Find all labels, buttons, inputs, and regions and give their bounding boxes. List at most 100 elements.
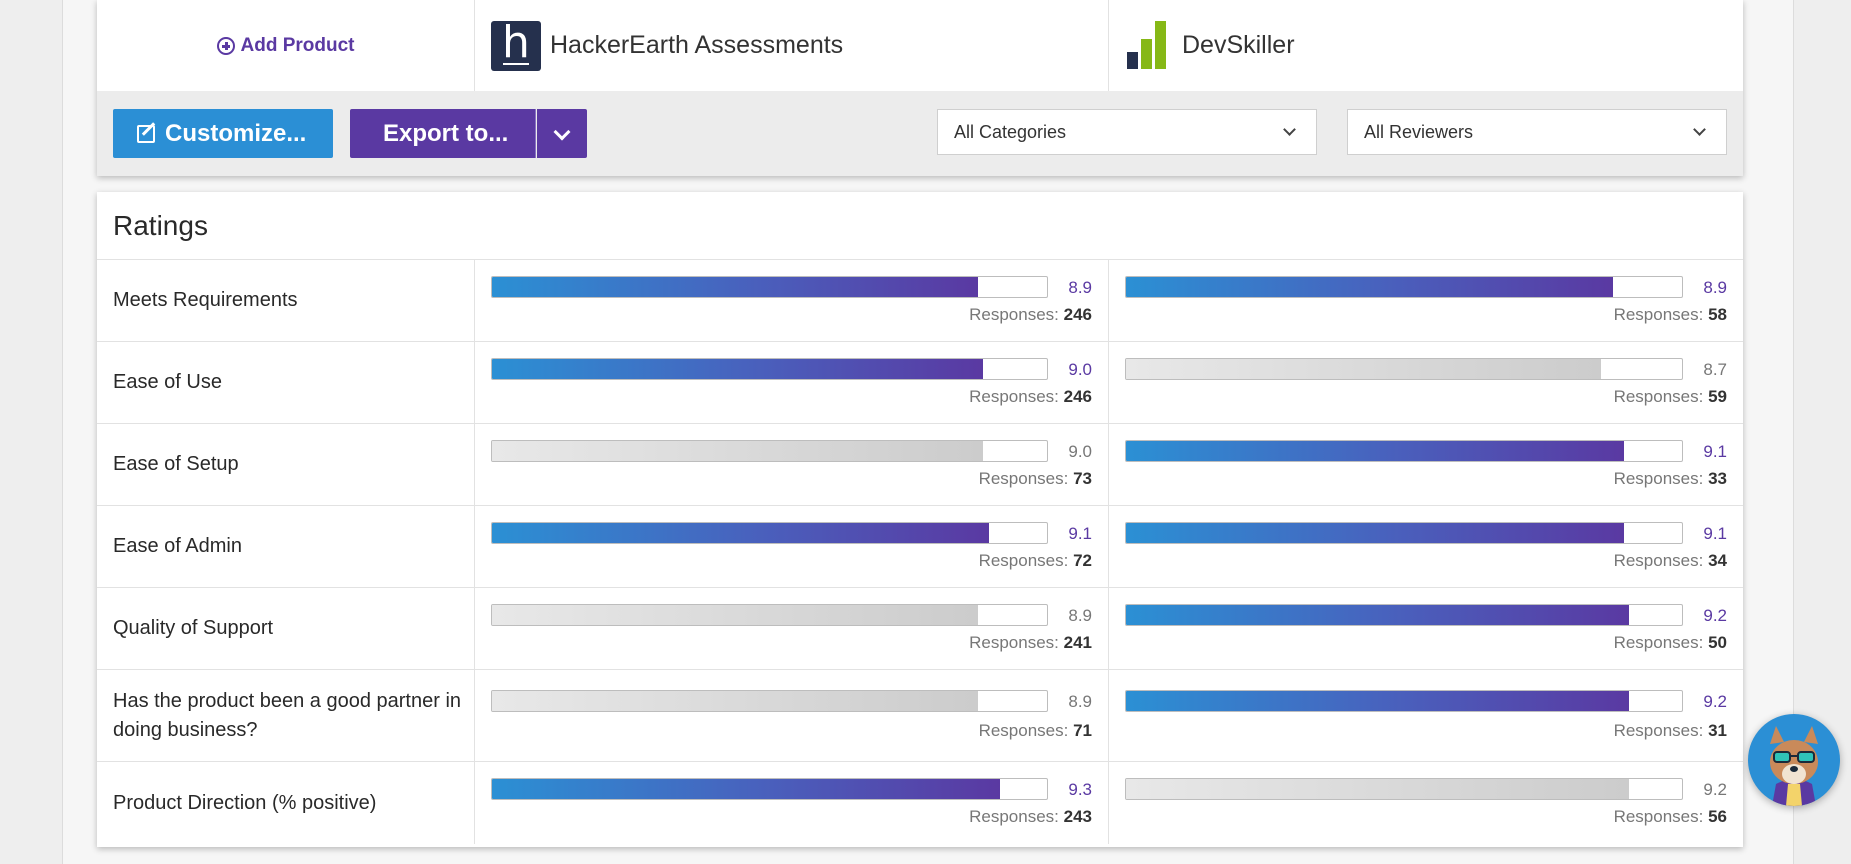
responses-count: Responses: 33 <box>1614 469 1727 489</box>
rating-bar-fill <box>1126 277 1613 297</box>
ratings-table: Meets Requirements 8.9 Responses: 246 8.9 Re… <box>97 259 1743 844</box>
rating-score: 9.3 <box>1068 780 1092 799</box>
rating-row: Has the product been a good partner in d… <box>97 670 1743 762</box>
customize-button[interactable]: Customize... <box>113 109 333 158</box>
responses-number: 243 <box>1063 807 1092 826</box>
rating-cell: 9.2 Responses: 31 <box>1109 670 1743 761</box>
rating-label: Ease of Use <box>97 342 475 423</box>
edit-icon <box>137 124 155 143</box>
responses-count: Responses: 73 <box>979 469 1092 489</box>
export-button[interactable]: Export to... <box>350 109 536 158</box>
rating-bar-fill <box>1126 691 1630 711</box>
rating-cell: 9.1 Responses: 72 <box>475 506 1109 587</box>
product-name[interactable]: DevSkiller <box>1182 31 1295 60</box>
rating-cell: 8.9 Responses: 246 <box>475 260 1109 341</box>
rating-label: Has the product been a good partner in d… <box>97 670 475 761</box>
responses-number: 59 <box>1708 387 1727 406</box>
rating-bar-fill <box>492 605 978 625</box>
rating-cell: 8.9 Responses: 58 <box>1109 260 1743 341</box>
rating-bar-line: 9.2 <box>1125 778 1727 802</box>
responses-count: Responses: 34 <box>1614 551 1727 571</box>
responses-count: Responses: 246 <box>969 387 1092 407</box>
rating-score: 8.9 <box>1068 278 1092 297</box>
responses-number: 58 <box>1708 305 1727 324</box>
customize-label: Customize... <box>165 119 307 147</box>
rating-score: 9.1 <box>1068 524 1092 543</box>
rating-bar-line: 9.0 <box>491 440 1092 464</box>
rating-bar-track <box>491 690 1048 712</box>
rating-bar-fill <box>1126 779 1630 799</box>
responses-label: Responses: <box>1613 807 1704 826</box>
responses-count: Responses: 59 <box>1614 387 1727 407</box>
rating-bar-track <box>1125 604 1683 626</box>
product-column-hackerearth: h HackerEarth Assessments <box>475 0 1109 91</box>
category-select[interactable]: All Categories <box>937 109 1317 155</box>
export-dropdown-button[interactable] <box>537 109 587 158</box>
rating-bar-line: 8.7 <box>1125 358 1727 382</box>
responses-count: Responses: 72 <box>979 551 1092 571</box>
responses-label: Responses: <box>978 469 1069 488</box>
rating-score: 8.9 <box>1068 606 1092 625</box>
rating-bar-fill <box>492 523 989 543</box>
rating-bar-track <box>1125 778 1683 800</box>
rating-bar-line: 9.1 <box>491 522 1092 546</box>
rating-row: Meets Requirements 8.9 Responses: 246 8.9 Re… <box>97 260 1743 342</box>
rating-score: 9.1 <box>1703 524 1727 543</box>
rating-row: Product Direction (% positive) 9.3 Respons… <box>97 762 1743 844</box>
responses-number: 50 <box>1708 633 1727 652</box>
rating-cell: 8.9 Responses: 71 <box>475 670 1109 761</box>
rating-bar-track <box>491 276 1048 298</box>
chevron-down-icon <box>553 123 571 140</box>
responses-count: Responses: 50 <box>1614 633 1727 653</box>
rating-label: Ease of Admin <box>97 506 475 587</box>
product-name[interactable]: HackerEarth Assessments <box>550 31 843 60</box>
responses-number: 71 <box>1073 721 1092 740</box>
responses-label: Responses: <box>1613 721 1704 740</box>
rating-bar-track <box>1125 358 1683 380</box>
chat-widget-button[interactable] <box>1748 714 1840 806</box>
rating-cell: 9.0 Responses: 73 <box>475 424 1109 505</box>
ratings-title: Ratings <box>113 210 208 241</box>
responses-count: Responses: 243 <box>969 807 1092 827</box>
responses-count: Responses: 246 <box>969 305 1092 325</box>
rating-bar-fill <box>1126 441 1624 461</box>
responses-number: 31 <box>1708 721 1727 740</box>
product-column-devskiller: DevSkiller <box>1109 0 1743 91</box>
rating-score: 9.2 <box>1703 780 1727 799</box>
rating-score: 9.1 <box>1703 442 1727 461</box>
rating-bar-line: 8.9 <box>491 276 1092 300</box>
category-select-value: All Categories <box>954 121 1067 142</box>
rating-score: 9.0 <box>1068 442 1092 461</box>
responses-number: 34 <box>1708 551 1727 570</box>
rating-bar-track <box>491 440 1048 462</box>
rating-bar-track <box>491 358 1048 380</box>
devskiller-logo-icon <box>1125 20 1175 71</box>
rating-bar-track <box>491 604 1048 626</box>
rating-bar-fill <box>492 277 978 297</box>
chevron-down-icon <box>1693 123 1706 136</box>
products-row: Add Product h HackerEarth Assessments De… <box>97 0 1743 92</box>
rating-cell: 9.2 Responses: 56 <box>1109 762 1743 844</box>
rating-row: Ease of Setup 9.0 Responses: 73 9.1 Response… <box>97 424 1743 506</box>
rating-score: 9.2 <box>1703 692 1727 711</box>
responses-label: Responses: <box>978 721 1069 740</box>
responses-number: 241 <box>1063 633 1092 652</box>
rating-bar-fill <box>1126 359 1602 379</box>
responses-count: Responses: 31 <box>1614 721 1727 741</box>
rating-bar-line: 9.2 <box>1125 690 1727 714</box>
rating-row: Quality of Support 8.9 Responses: 241 9.2 Re… <box>97 588 1743 670</box>
rating-cell: 9.1 Responses: 34 <box>1109 506 1743 587</box>
rating-cell: 8.9 Responses: 241 <box>475 588 1109 669</box>
reviewer-select[interactable]: All Reviewers <box>1347 109 1727 155</box>
responses-label: Responses: <box>1613 469 1704 488</box>
add-product-button[interactable]: Add Product <box>216 35 355 57</box>
rating-label: Meets Requirements <box>97 260 475 341</box>
rating-score: 8.9 <box>1703 278 1727 297</box>
rating-cell: 9.0 Responses: 246 <box>475 342 1109 423</box>
responses-count: Responses: 58 <box>1614 305 1727 325</box>
rating-cell: 9.1 Responses: 33 <box>1109 424 1743 505</box>
rating-bar-track <box>1125 690 1683 712</box>
responses-number: 33 <box>1708 469 1727 488</box>
rating-score: 9.2 <box>1703 606 1727 625</box>
rating-bar-track <box>491 522 1048 544</box>
